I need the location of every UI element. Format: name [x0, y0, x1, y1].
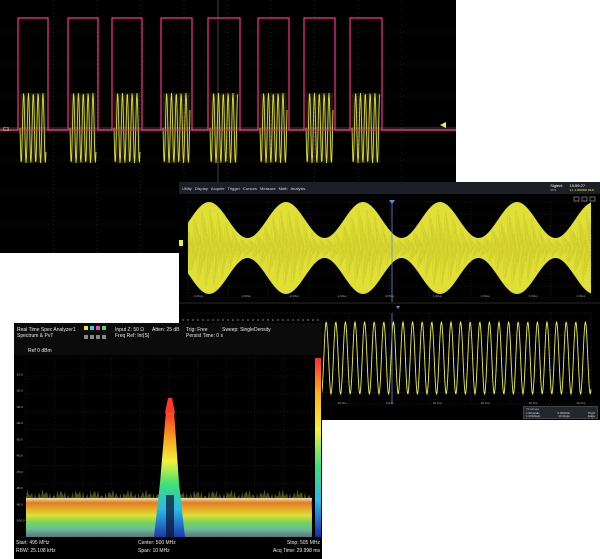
burst-fill: [260, 93, 287, 163]
y-axis-label: -10.0: [16, 372, 23, 376]
tick-label: 2.00us: [481, 294, 491, 298]
burst-fill: [70, 93, 96, 163]
peak-core: [166, 495, 174, 537]
color-scale-bar: [315, 358, 321, 537]
tick-label: -4.00us: [193, 294, 204, 298]
tick-label: 10.0ns: [433, 401, 443, 405]
start-freq: Start: 495 MHz: [16, 540, 50, 546]
burst-fill: [352, 93, 380, 163]
span: Span: 10 MHz: [138, 548, 170, 554]
tick-label: -3.00us: [241, 294, 252, 298]
timebase-info-box: Timebase 1.00us/div 0.00000s Trig'd 1.00…: [523, 406, 598, 419]
tick-label: 20.0ns: [481, 401, 491, 405]
burst-fill: [306, 93, 333, 163]
burst-fill: [163, 93, 190, 163]
dot-row: [182, 319, 319, 321]
y-axis-label: -100.0: [16, 519, 25, 523]
y-axis-label: -70.0: [16, 470, 23, 474]
peak-top: [165, 398, 175, 413]
zoom-icon: [581, 196, 588, 202]
y-axis-label: -30.0: [16, 405, 23, 409]
tick-label: 1.00us: [433, 294, 443, 298]
burst-fill: [20, 93, 46, 163]
channel-tag: C1: [3, 127, 10, 133]
rbw: RBW: 25.108 kHz: [16, 548, 56, 554]
tick-label: 40.0ns: [576, 401, 586, 405]
spectrum-panel: Real Time Spec Analyzer1 Spectrum & PvT …: [14, 323, 322, 559]
center-freq: Center: 500 MHz: [138, 540, 176, 546]
tick-label: -2.00us: [289, 294, 300, 298]
y-axis-label: -50.0: [16, 437, 23, 441]
tick-label: 4.00us: [576, 294, 586, 298]
channel-marker: [179, 240, 183, 246]
stop-freq: Stop: 505 MHz: [286, 540, 320, 546]
fullscreen-icon: [589, 196, 596, 202]
zoomed-sine-trace: [318, 320, 592, 396]
tick-label: 0.0ns: [386, 401, 394, 405]
triangle-left-icon: [440, 122, 446, 128]
window-icon: [573, 196, 580, 202]
zoom-marker: [396, 306, 400, 309]
tick-label: 3.00us: [529, 294, 539, 298]
info-row: 1.00GSa/s 10.0kpts Edge: [526, 414, 595, 418]
burst-fill: [210, 93, 238, 163]
y-axis-label: -40.0: [16, 421, 23, 425]
spectrum-footer: Start: 495 MHz Center: 500 MHz Stop: 505…: [14, 539, 322, 559]
y-axis-label: -20.0: [16, 389, 23, 393]
spectrum-display: -10.0 -20.0 -30.0 -40.0 -50.0 -60.0 -70.0 -80.0…: [16, 357, 321, 538]
tick-label: -10.0ns: [337, 401, 348, 405]
tick-label: 0.00us: [385, 294, 395, 298]
y-axis-label: -80.0: [16, 486, 23, 490]
tick-label: 30.0ns: [529, 401, 539, 405]
burst-fill: [114, 93, 140, 163]
y-axis-label: -60.0: [16, 454, 23, 458]
acq-time: Acq Time: 29.998 ms: [273, 548, 320, 554]
y-axis-label: -90.0: [16, 502, 23, 506]
tick-label: -1.00us: [337, 294, 348, 298]
